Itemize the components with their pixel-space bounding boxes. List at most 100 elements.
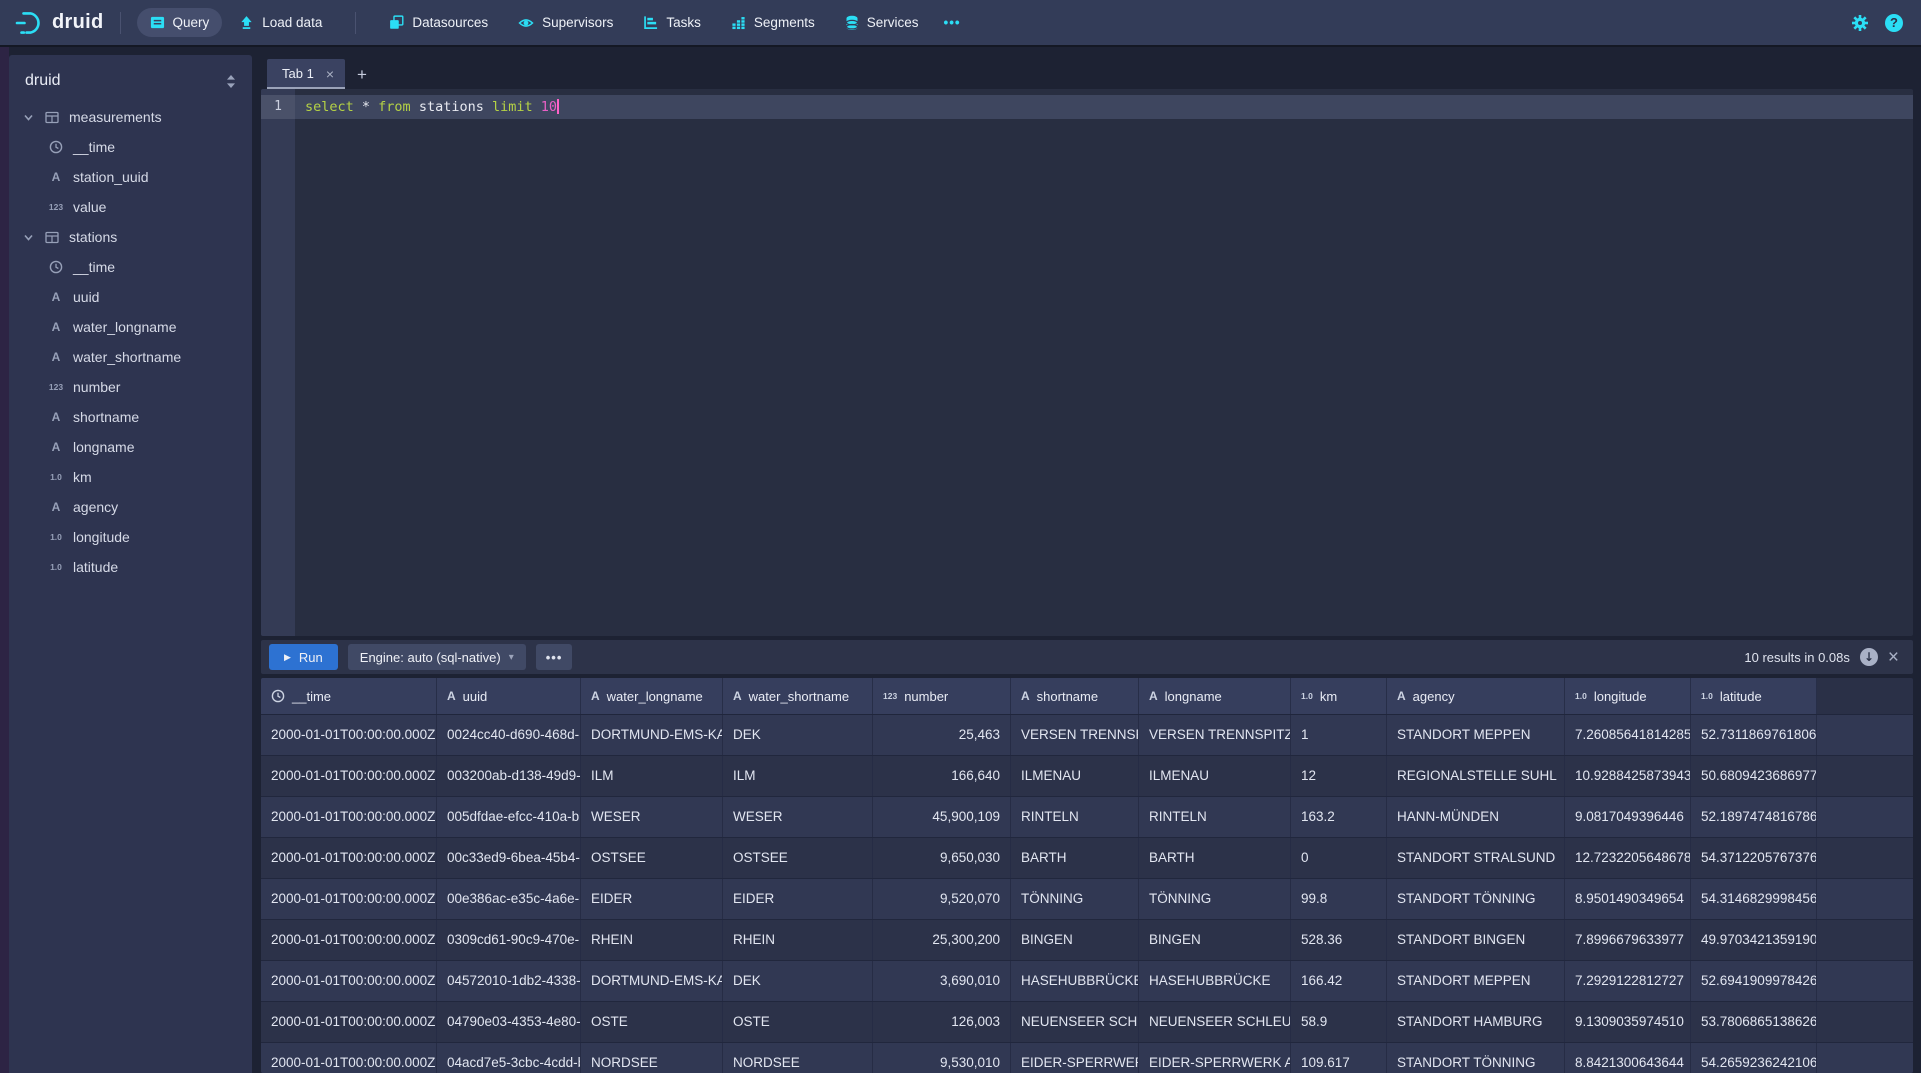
schema-column-latitude[interactable]: 1.0latitude — [9, 552, 252, 582]
cell-__time[interactable]: 2000-01-01T00:00:00.000Z — [261, 715, 437, 755]
more-options-button[interactable]: ••• — [536, 644, 573, 670]
cell-water_longname[interactable]: DORTMUND-EMS-KANAL — [581, 961, 723, 1001]
nav-item-supervisors[interactable]: Supervisors — [505, 8, 626, 37]
tab-1[interactable]: Tab 1 × — [267, 59, 345, 89]
cell-shortname[interactable]: NEUENSEER SCHLEUSE — [1011, 1002, 1139, 1042]
cell-uuid[interactable]: 0024cc40-d690-468d- — [437, 715, 581, 755]
cell-water_shortname[interactable]: DEK — [723, 715, 873, 755]
cell-km[interactable]: 166.42 — [1291, 961, 1387, 1001]
cell-water_longname[interactable]: DORTMUND-EMS-KANAL — [581, 715, 723, 755]
cell-shortname[interactable]: ILMENAU — [1011, 756, 1139, 796]
nav-item-query[interactable]: Query — [137, 8, 223, 37]
cell-longitude[interactable]: 7.26085641814285 — [1565, 715, 1691, 755]
schema-column-longitude[interactable]: 1.0longitude — [9, 522, 252, 552]
cell-longname[interactable]: ILMENAU — [1139, 756, 1291, 796]
cell-shortname[interactable]: VERSEN TRENNSPITZE — [1011, 715, 1139, 755]
close-results-icon[interactable]: × — [1888, 648, 1899, 667]
cell-shortname[interactable]: BARTH — [1011, 838, 1139, 878]
column-header-longname[interactable]: Alongname — [1139, 678, 1291, 714]
cell-uuid[interactable]: 04acd7e5-3cbc-4cdd-b — [437, 1043, 581, 1073]
cell-shortname[interactable]: BINGEN — [1011, 920, 1139, 960]
cell-number[interactable]: 126,003 — [873, 1002, 1011, 1042]
cell-shortname[interactable]: HASEHUBBRÜCKE — [1011, 961, 1139, 1001]
cell-longitude[interactable]: 9.0817049396446 — [1565, 797, 1691, 837]
engine-select[interactable]: Engine: auto (sql-native) ▾ — [348, 644, 526, 670]
schema-column-shortname[interactable]: Ashortname — [9, 402, 252, 432]
cell-longname[interactable]: VERSEN TRENNSPITZE — [1139, 715, 1291, 755]
cell-latitude[interactable]: 53.7806865138626 — [1691, 1002, 1817, 1042]
cell-longitude[interactable]: 10.9288425873943 — [1565, 756, 1691, 796]
cell-water_longname[interactable]: OSTE — [581, 1002, 723, 1042]
cell-__time[interactable]: 2000-01-01T00:00:00.000Z — [261, 879, 437, 919]
cell-__time[interactable]: 2000-01-01T00:00:00.000Z — [261, 797, 437, 837]
schema-column-value[interactable]: 123value — [9, 192, 252, 222]
nav-item-load-data[interactable]: Load data — [226, 8, 335, 37]
nav-item-more[interactable]: ••• — [935, 8, 968, 37]
cell-longitude[interactable]: 7.2929122812727 — [1565, 961, 1691, 1001]
cell-uuid[interactable]: 04790e03-4353-4e80- — [437, 1002, 581, 1042]
cell-__time[interactable]: 2000-01-01T00:00:00.000Z — [261, 1002, 437, 1042]
cell-agency[interactable]: STANDORT MEPPEN — [1387, 961, 1565, 1001]
nav-item-tasks[interactable]: Tasks — [630, 8, 714, 37]
cell-uuid[interactable]: 00c33ed9-6bea-45b4- — [437, 838, 581, 878]
cell-longitude[interactable]: 12.7232205648678 — [1565, 838, 1691, 878]
sql-editor[interactable]: 1 select * from stations limit 10 — [261, 89, 1913, 636]
schema-column-__time[interactable]: __time — [9, 252, 252, 282]
column-header-agency[interactable]: Aagency — [1387, 678, 1565, 714]
cell-uuid[interactable]: 04572010-1db2-4338- — [437, 961, 581, 1001]
sort-columns-icon[interactable] — [226, 74, 236, 89]
schema-table-stations[interactable]: stations — [9, 222, 252, 252]
run-button[interactable]: ▶ Run — [269, 644, 338, 670]
cell-water_shortname[interactable]: EIDER — [723, 879, 873, 919]
cell-water_longname[interactable]: ILM — [581, 756, 723, 796]
cell-water_longname[interactable]: RHEIN — [581, 920, 723, 960]
column-header-shortname[interactable]: Ashortname — [1011, 678, 1139, 714]
cell-water_shortname[interactable]: WESER — [723, 797, 873, 837]
nav-item-segments[interactable]: Segments — [718, 8, 828, 37]
cell-water_shortname[interactable]: RHEIN — [723, 920, 873, 960]
cell-number[interactable]: 3,690,010 — [873, 961, 1011, 1001]
schema-column-longname[interactable]: Alongname — [9, 432, 252, 462]
cell-shortname[interactable]: TÖNNING — [1011, 879, 1139, 919]
cell-shortname[interactable]: EIDER-SPERRWERK AP — [1011, 1043, 1139, 1073]
cell-water_shortname[interactable]: OSTE — [723, 1002, 873, 1042]
cell-km[interactable]: 1 — [1291, 715, 1387, 755]
gear-icon[interactable] — [1851, 14, 1869, 32]
cell-km[interactable]: 528.36 — [1291, 920, 1387, 960]
column-header-uuid[interactable]: Auuid — [437, 678, 581, 714]
cell-latitude[interactable]: 54.3146829998456 — [1691, 879, 1817, 919]
cell-water_shortname[interactable]: ILM — [723, 756, 873, 796]
cell-uuid[interactable]: 005dfdae-efcc-410a-b — [437, 797, 581, 837]
cell-latitude[interactable]: 54.2659236242106 — [1691, 1043, 1817, 1073]
schema-column-uuid[interactable]: Auuid — [9, 282, 252, 312]
cell-longname[interactable]: RINTELN — [1139, 797, 1291, 837]
column-header-latitude[interactable]: 1.0latitude — [1691, 678, 1817, 714]
cell-agency[interactable]: REGIONALSTELLE SUHL — [1387, 756, 1565, 796]
cell-longname[interactable]: TÖNNING — [1139, 879, 1291, 919]
schema-column-number[interactable]: 123number — [9, 372, 252, 402]
cell-longname[interactable]: EIDER-SPERRWERK AP — [1139, 1043, 1291, 1073]
cell-__time[interactable]: 2000-01-01T00:00:00.000Z — [261, 1043, 437, 1073]
cell-latitude[interactable]: 54.3712205767376 — [1691, 838, 1817, 878]
cell-latitude[interactable]: 52.1897474816786 — [1691, 797, 1817, 837]
cell-uuid[interactable]: 003200ab-d138-49d9- — [437, 756, 581, 796]
cell-agency[interactable]: STANDORT STRALSUND — [1387, 838, 1565, 878]
cell-km[interactable]: 12 — [1291, 756, 1387, 796]
help-icon[interactable]: ? — [1885, 14, 1903, 32]
cell-latitude[interactable]: 49.9703421359190 — [1691, 920, 1817, 960]
download-icon[interactable]: ↓ — [1860, 648, 1878, 666]
cell-longitude[interactable]: 7.8996679633977 — [1565, 920, 1691, 960]
cell-longname[interactable]: BINGEN — [1139, 920, 1291, 960]
cell-agency[interactable]: STANDORT HAMBURG — [1387, 1002, 1565, 1042]
cell-shortname[interactable]: RINTELN — [1011, 797, 1139, 837]
cell-number[interactable]: 45,900,109 — [873, 797, 1011, 837]
cell-agency[interactable]: STANDORT TÖNNING — [1387, 879, 1565, 919]
schema-column-water_shortname[interactable]: Awater_shortname — [9, 342, 252, 372]
cell-water_longname[interactable]: NORDSEE — [581, 1043, 723, 1073]
cell-uuid[interactable]: 00e386ac-e35c-4a6e- — [437, 879, 581, 919]
column-header-__time[interactable]: __time — [261, 678, 437, 714]
nav-item-services[interactable]: Services — [832, 8, 932, 38]
cell-number[interactable]: 166,640 — [873, 756, 1011, 796]
cell-latitude[interactable]: 50.6809423686977 — [1691, 756, 1817, 796]
cell-number[interactable]: 9,530,010 — [873, 1043, 1011, 1073]
